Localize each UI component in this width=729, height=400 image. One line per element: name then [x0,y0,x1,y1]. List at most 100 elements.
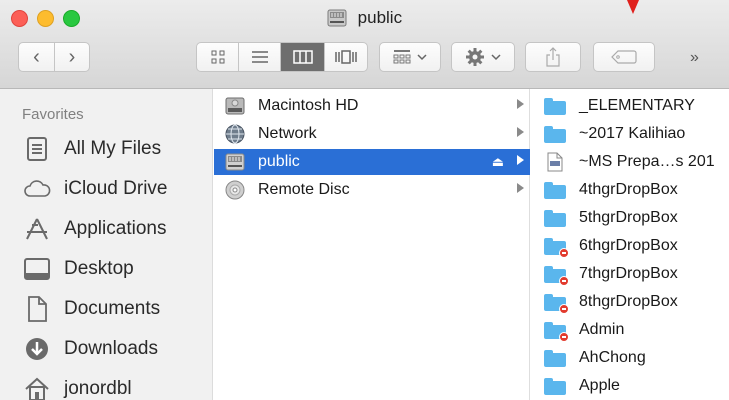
action-button[interactable] [451,42,515,72]
all-files-icon [22,136,52,162]
title-bar: public ‹ › » [0,0,729,89]
network-icon [224,124,246,144]
icon-view-icon [211,50,224,64]
sidebar-item-icloud-drive[interactable]: iCloud Drive [22,172,167,206]
cover-flow-icon [335,50,357,64]
list-view-button[interactable] [239,43,281,71]
list-item-label: Macintosh HD [258,97,359,114]
cover-flow-button[interactable] [325,43,367,71]
list-item-label: ~MS Prepa…s 201 [579,153,715,170]
tag-button[interactable] [593,42,655,72]
restricted-folder-icon [543,320,569,342]
list-item-label: 7thgrDropBox [579,265,678,282]
favorites-header: Favorites [22,106,84,123]
share-icon [546,47,560,67]
list-item[interactable]: AhChong [531,345,729,371]
back-button[interactable]: ‹ [19,43,55,71]
sidebar-item-label: Desktop [64,258,134,279]
list-item-remote-disc[interactable]: Remote Disc [214,177,530,203]
list-item-label: _ELEMENTARY [579,97,695,114]
disclosure-arrow-icon [517,155,524,165]
restricted-folder-icon [543,264,569,286]
share-button[interactable] [525,42,581,72]
browser-column-2: _ELEMENTARY ~2017 Kalihiao ~MS Prepa…s 2… [531,89,729,400]
red-arrow-marker [627,0,639,14]
list-item[interactable]: ~2017 Kalihiao [531,121,729,147]
list-item[interactable]: 7thgrDropBox [531,261,729,287]
disclosure-arrow-icon [517,127,524,137]
downloads-icon [22,336,52,362]
sidebar-item-all-my-files[interactable]: All My Files [22,132,161,166]
sidebar: Favorites All My Files iCloud Drive Appl… [0,89,213,400]
hard-drive-icon [224,96,246,116]
list-item[interactable]: 6thgrDropBox [531,233,729,259]
eject-icon[interactable]: ⏏ [492,154,504,170]
applications-icon [22,216,52,242]
list-item-label: Admin [579,321,625,338]
list-item-label: Apple [579,377,620,394]
list-item[interactable]: _ELEMENTARY [531,93,729,119]
sidebar-item-label: All My Files [64,138,162,159]
window-title-text: public [357,8,403,27]
chevron-right-icon: › [68,46,76,68]
sidebar-item-desktop[interactable]: Desktop [22,252,134,286]
arrange-grid-icon [393,50,411,64]
list-item-macintosh-hd[interactable]: Macintosh HD [214,93,530,119]
list-item-label: 4thgrDropBox [579,181,678,198]
sidebar-item-label: Applications [64,218,167,239]
forward-button[interactable]: › [55,43,89,71]
icon-view-button[interactable] [197,43,239,71]
sidebar-item-label: Downloads [64,338,158,359]
server-drive-icon [224,152,246,172]
window-title: public [0,8,729,32]
arrange-button[interactable] [379,42,441,72]
chevron-down-icon [417,54,427,61]
disc-icon [224,180,246,200]
restricted-folder-icon [543,292,569,314]
list-item[interactable]: Admin [531,317,729,343]
folder-icon [543,376,567,396]
tag-icon [611,50,637,64]
sidebar-item-home[interactable]: jonordbl [22,372,132,400]
toolbar-overflow-button[interactable]: » [690,49,699,67]
disclosure-arrow-icon [517,183,524,193]
list-item[interactable]: 5thgrDropBox [531,205,729,231]
chevron-left-icon: ‹ [33,46,40,68]
folder-icon [543,348,567,368]
folder-icon [543,96,567,116]
list-item-label: 5thgrDropBox [579,209,678,226]
sidebar-item-label: jonordbl [64,378,132,399]
list-item-label: 8thgrDropBox [579,293,678,310]
column-view-icon [292,50,313,64]
server-drive-icon [327,9,347,32]
list-item-label: ~2017 Kalihiao [579,125,686,142]
sidebar-item-downloads[interactable]: Downloads [22,332,158,366]
disclosure-arrow-icon [517,99,524,109]
list-item-network[interactable]: Network [214,121,530,147]
home-icon [22,376,52,400]
documents-icon [22,296,52,322]
gear-icon [466,48,484,66]
browser-column-1: Macintosh HD Network public ⏏ Remote Dis… [214,89,530,400]
chevron-down-icon [491,54,501,61]
document-icon [543,152,567,172]
list-item-label: Remote Disc [258,181,350,198]
cloud-icon [22,176,52,202]
list-item[interactable]: ~MS Prepa…s 201 [531,149,729,175]
back-forward-control: ‹ › [18,42,90,72]
list-item-label: 6thgrDropBox [579,237,678,254]
list-item-label: Network [258,125,317,142]
sidebar-item-documents[interactable]: Documents [22,292,160,326]
list-view-icon [251,51,268,63]
restricted-folder-icon [543,236,569,258]
list-item-public[interactable]: public ⏏ [214,149,530,175]
folder-icon [543,180,567,200]
sidebar-item-applications[interactable]: Applications [22,212,166,246]
sidebar-item-label: Documents [64,298,161,319]
folder-icon [543,124,567,144]
list-item[interactable]: 4thgrDropBox [531,177,729,203]
list-item[interactable]: Apple [531,373,729,399]
list-item[interactable]: 8thgrDropBox [531,289,729,315]
sidebar-item-label: iCloud Drive [64,178,168,199]
column-view-button[interactable] [281,43,325,71]
